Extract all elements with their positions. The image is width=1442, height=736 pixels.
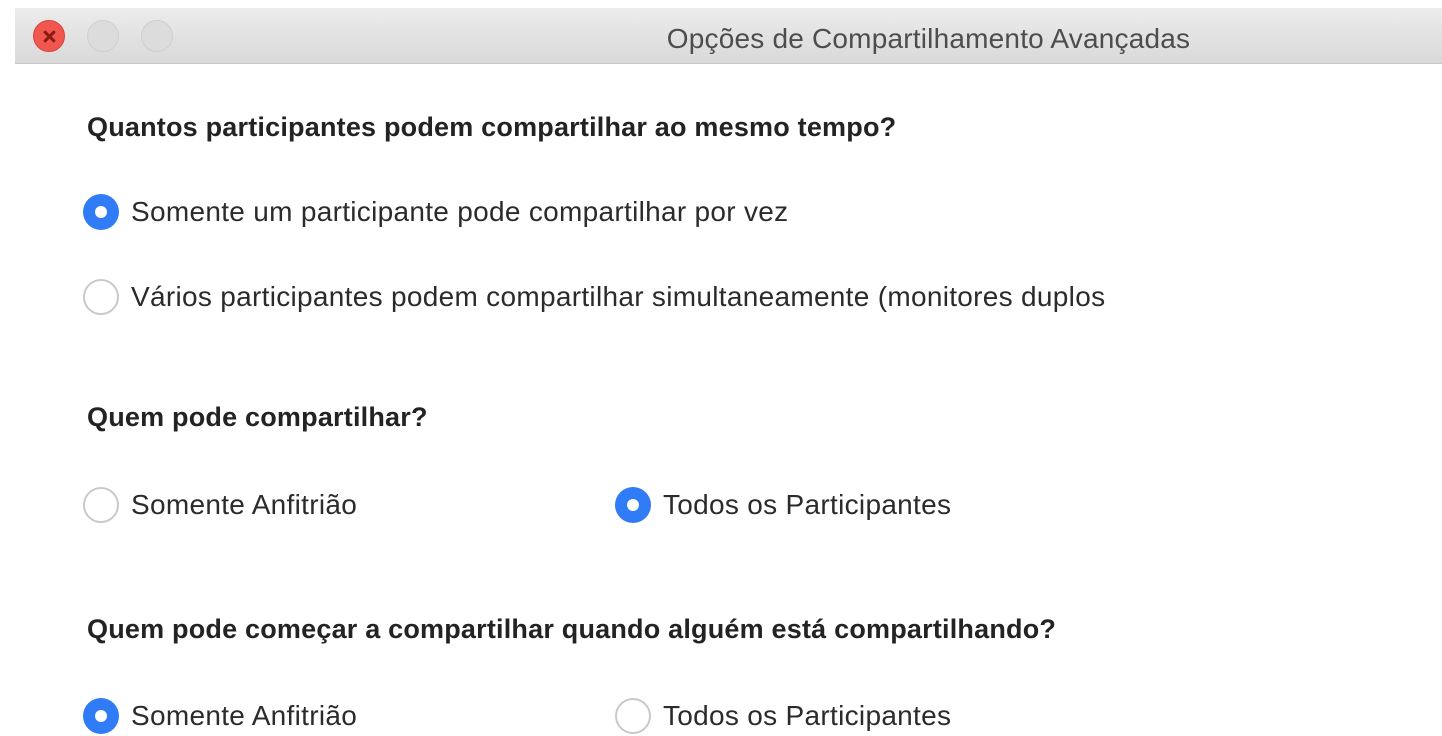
radio-button[interactable] bbox=[83, 487, 119, 523]
option-all-participants-start[interactable]: Todos os Participantes bbox=[615, 698, 951, 734]
option-host-only-start[interactable]: Somente Anfitrião bbox=[83, 698, 357, 734]
option-label: Somente Anfitrião bbox=[131, 489, 358, 520]
question-who-can-share: Quem pode compartilhar? bbox=[87, 402, 428, 432]
radio-button[interactable] bbox=[615, 698, 651, 734]
option-all-participants-share[interactable]: Todos os Participantes bbox=[615, 487, 951, 523]
window-title: Opções de Compartilhamento Avançadas bbox=[666, 23, 1191, 54]
option-multiple-participants[interactable]: Vários participantes podem compartilhar … bbox=[83, 279, 1105, 315]
option-label: Somente Anfitrião bbox=[131, 700, 358, 731]
radio-button-checked[interactable] bbox=[83, 194, 119, 230]
advanced-sharing-options-window: Opções de Compartilhamento Avançadas Qua… bbox=[15, 0, 1442, 736]
radio-button[interactable] bbox=[83, 279, 119, 315]
radio-button-checked[interactable] bbox=[615, 487, 651, 523]
option-label: Todos os Participantes bbox=[663, 700, 952, 731]
question-simultaneous-sharing: Quantos participantes podem compartilhar… bbox=[87, 112, 897, 142]
question-who-can-start-sharing: Quem pode começar a compartilhar quando … bbox=[87, 614, 1057, 644]
option-label: Vários participantes podem compartilhar … bbox=[131, 281, 1106, 312]
option-one-participant[interactable]: Somente um participante pode compartilha… bbox=[83, 194, 788, 230]
radio-button-checked[interactable] bbox=[83, 698, 119, 734]
title-bar: Opções de Compartilhamento Avançadas bbox=[15, 8, 1442, 64]
option-host-only-share[interactable]: Somente Anfitrião bbox=[83, 487, 357, 523]
option-label: Somente um participante pode compartilha… bbox=[131, 196, 789, 227]
option-label: Todos os Participantes bbox=[663, 489, 952, 520]
